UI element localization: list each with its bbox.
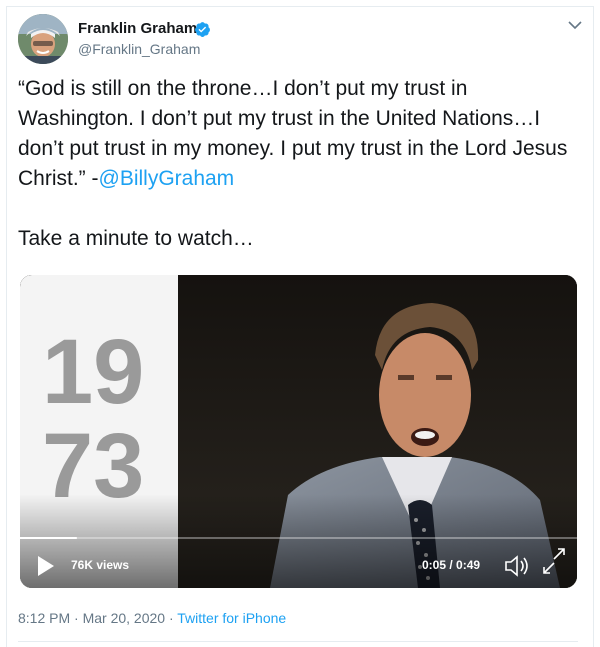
divider <box>18 641 578 642</box>
author-name[interactable]: Franklin Graham <box>78 20 197 37</box>
video-player[interactable]: 19 73 <box>20 275 577 588</box>
video-views: 76K views <box>71 558 130 572</box>
mention-link[interactable]: @BillyGraham <box>99 167 235 190</box>
video-frame: 19 73 <box>20 275 577 588</box>
tweet-line2: Take a minute to watch… <box>18 227 254 250</box>
progress-track[interactable] <box>20 537 577 539</box>
verified-badge-icon <box>195 22 210 37</box>
tweet-text: “God is still on the throne…I don’t put … <box>18 74 578 254</box>
tweet-quote: “God is still on the throne…I don’t put … <box>18 74 578 194</box>
timestamp[interactable]: 8:12 PM · Mar 20, 2020 · <box>18 610 177 626</box>
progress-fill <box>20 537 77 539</box>
avatar-image <box>18 14 68 64</box>
source-link[interactable]: Twitter for iPhone <box>177 610 286 626</box>
tweet-meta: 8:12 PM · Mar 20, 2020 · Twitter for iPh… <box>18 610 286 626</box>
video-time: 0:05 / 0:49 <box>422 558 481 572</box>
avatar[interactable] <box>18 14 68 64</box>
author-handle[interactable]: @Franklin_Graham <box>78 41 200 57</box>
chevron-down-icon[interactable] <box>568 20 582 30</box>
